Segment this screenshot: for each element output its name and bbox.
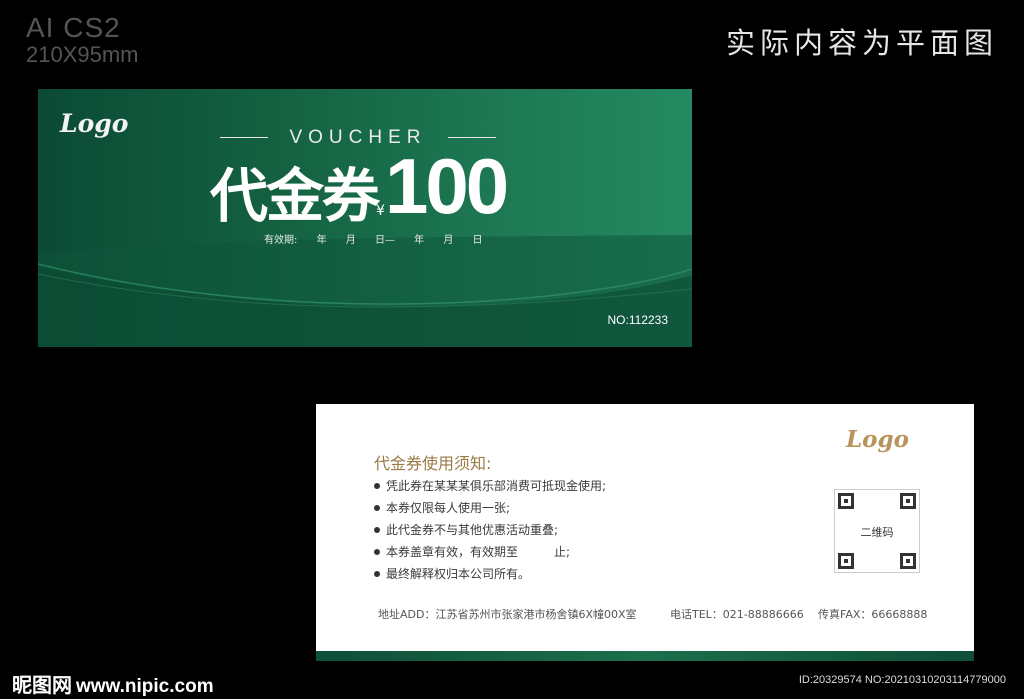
qr-corner-icon — [900, 553, 916, 569]
voucher-number: NO:112233 — [607, 313, 669, 327]
address: 地址ADD：江苏省苏州市张家港市杨舍镇6X幢00X室 — [378, 608, 637, 621]
voucher-title: 代金券 — [210, 162, 380, 230]
watermark-site: 昵图网 www.nipic.com — [12, 669, 214, 698]
notice-title: 代金券使用须知: — [374, 454, 492, 473]
currency-symbol: ¥ — [376, 203, 385, 219]
qr-corner-icon — [838, 493, 854, 509]
notice-item: 此代金券不与其他优惠活动重叠; — [374, 519, 606, 541]
size-label: 210X95mm — [26, 42, 139, 67]
bullet-icon — [374, 504, 380, 511]
voucher-amount: 100 — [385, 142, 509, 230]
validity-label: 有效期: — [264, 235, 298, 246]
software-label: AI CS2 — [26, 12, 121, 43]
voucher-back: Logo 代金券使用须知: 凭此券在某某某俱乐部消费可抵现金使用; 本券仅限每人… — [316, 404, 974, 661]
qr-label: 二维码 — [860, 526, 894, 539]
validity-month-2: 月 — [443, 235, 454, 246]
qr-code-placeholder: 二维码 — [834, 489, 920, 573]
validity-day-2: 日 — [472, 235, 483, 246]
watermark-cn: 昵图网 — [12, 673, 72, 697]
qr-corner-icon — [838, 553, 854, 569]
bullet-icon — [374, 570, 380, 577]
watermark-id: ID:20329574 NO:20210310203114779000 — [798, 674, 1006, 686]
contact-line: 地址ADD：江苏省苏州市张家港市杨舍镇6X幢00X室 电话TEL：021-888… — [378, 606, 927, 622]
validity-year-1: 年 — [316, 235, 327, 246]
qr-corner-icon — [900, 493, 916, 509]
notice-item: 凭此券在某某某俱乐部消费可抵现金使用; — [374, 475, 606, 497]
notice-item: 本券盖章有效，有效期至 止; — [374, 541, 606, 563]
bullet-icon — [374, 482, 380, 489]
notice-list: 凭此券在某某某俱乐部消费可抵现金使用; 本券仅限每人使用一张; 此代金券不与其他… — [374, 475, 606, 585]
validity-year-2: 年 — [414, 235, 425, 246]
bottom-band — [316, 651, 974, 661]
back-logo: Logo — [846, 426, 909, 453]
fax: 传真FAX：66668888 — [818, 608, 928, 621]
bullet-icon — [374, 526, 380, 533]
notice-item: 本券仅限每人使用一张; — [374, 497, 606, 519]
bullet-icon — [374, 548, 380, 555]
telephone: 电话TEL：021-88886666 — [670, 608, 804, 621]
watermark-url: www.nipic.com — [76, 676, 214, 697]
divider-right — [448, 137, 496, 138]
voucher-front: Logo VOUCHER 代金券 ¥ 100 有效期: 年 月 日— 年 月 日… — [38, 89, 692, 347]
validity-line: 有效期: 年 月 日— 年 月 日 — [264, 231, 489, 246]
validity-day-1: 日— — [374, 235, 395, 246]
file-meta: AI CS2 210X95mm — [26, 14, 139, 66]
validity-month-1: 月 — [345, 235, 356, 246]
notice-item: 最终解释权归本公司所有。 — [374, 563, 606, 585]
front-logo: Logo — [60, 109, 129, 138]
page-title: 实际内容为平面图 — [725, 26, 998, 60]
